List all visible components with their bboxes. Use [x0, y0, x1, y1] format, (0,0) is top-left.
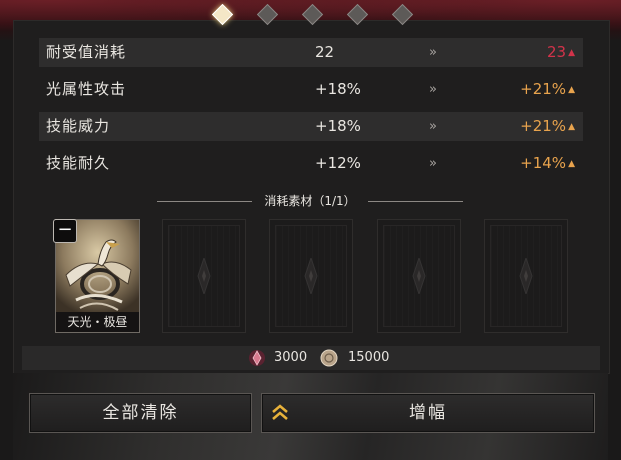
- material-slot-empty[interactable]: [377, 219, 461, 333]
- diamond-emblem-icon: [197, 258, 211, 294]
- increase-arrow-icon: ▲: [568, 159, 575, 169]
- double-chevron-right-icon: »: [429, 156, 437, 171]
- minus-icon: −: [57, 219, 73, 240]
- stat-name: 光属性攻击: [46, 80, 127, 98]
- amplify-label: 增幅: [409, 403, 447, 423]
- stat-row-skill-durability: 技能耐久 +12% » +14% ▲: [39, 149, 583, 178]
- double-chevron-up-icon: [272, 404, 288, 420]
- material-card-name: 天光・极昼: [56, 312, 139, 332]
- coin-currency-icon: [320, 349, 338, 367]
- cost-bar: 3000 15000: [22, 346, 600, 370]
- page-dot-3[interactable]: [301, 3, 324, 26]
- amplify-button[interactable]: 增幅: [261, 393, 595, 433]
- stat-current: +12%: [315, 154, 361, 172]
- stat-row-light-attack: 光属性攻击 +18% » +21% ▲: [39, 75, 583, 104]
- divider-line: [368, 201, 463, 202]
- cost-crystal-value: 3000: [274, 350, 308, 365]
- stat-current: 22: [315, 43, 335, 61]
- material-slot-empty[interactable]: [484, 219, 568, 333]
- material-slot-empty[interactable]: [162, 219, 246, 333]
- double-chevron-right-icon: »: [429, 119, 437, 134]
- increase-arrow-icon: ▲: [568, 122, 575, 132]
- page-dot-5[interactable]: [391, 3, 414, 26]
- stat-name: 耐受值消耗: [46, 43, 127, 61]
- cost-coin-value: 15000: [348, 350, 390, 365]
- diamond-emblem-icon: [519, 258, 533, 294]
- stat-new: +14% ▲: [520, 154, 575, 172]
- stat-name: 技能耐久: [46, 154, 111, 172]
- diamond-emblem-icon: [412, 258, 426, 294]
- page-dot-1[interactable]: [211, 3, 234, 26]
- crystal-currency-icon: [249, 350, 265, 366]
- stat-current: +18%: [315, 80, 361, 98]
- double-chevron-right-icon: »: [429, 45, 437, 60]
- stat-row-durability-cost: 耐受值消耗 22 » 23 ▲: [39, 38, 583, 67]
- material-slot-empty[interactable]: [269, 219, 353, 333]
- increase-arrow-icon: ▲: [568, 48, 575, 58]
- materials-title: 消耗素材（1/1）: [150, 192, 470, 210]
- stat-new: 23 ▲: [546, 43, 575, 61]
- stat-new: +21% ▲: [520, 80, 575, 98]
- remove-material-button[interactable]: −: [53, 219, 77, 243]
- clear-all-label: 全部清除: [102, 403, 179, 423]
- stat-new: +21% ▲: [520, 117, 575, 135]
- clear-all-button[interactable]: 全部清除: [29, 393, 252, 433]
- materials-title-text: 消耗素材（1/1）: [264, 194, 356, 208]
- double-chevron-right-icon: »: [429, 82, 437, 97]
- stat-current: +18%: [315, 117, 361, 135]
- increase-arrow-icon: ▲: [568, 85, 575, 95]
- page-indicator: [0, 3, 621, 27]
- page-dot-2[interactable]: [256, 3, 279, 26]
- diamond-emblem-icon: [304, 258, 318, 294]
- divider-line: [157, 201, 252, 202]
- stat-name: 技能威力: [46, 117, 111, 135]
- stat-row-skill-power: 技能威力 +18% » +21% ▲: [39, 112, 583, 141]
- page-dot-4[interactable]: [346, 3, 369, 26]
